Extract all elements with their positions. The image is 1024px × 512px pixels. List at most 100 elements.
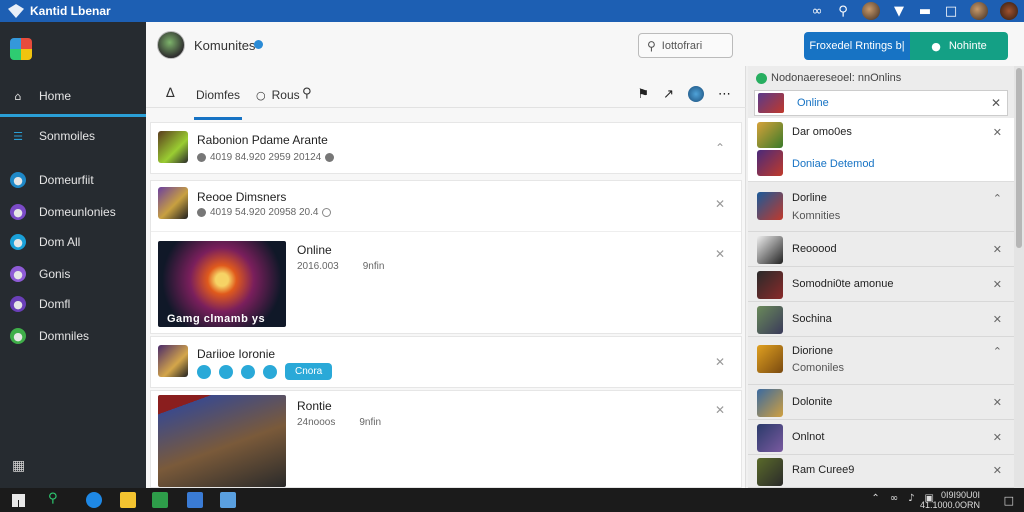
sidebar-item-home[interactable]: ⌂ Home xyxy=(0,82,146,110)
sidebar-item-label: Dom All xyxy=(39,235,81,249)
primary-action-button[interactable]: Froxedel Rntings b| xyxy=(804,32,910,60)
volume-icon[interactable]: ♪ xyxy=(908,493,914,504)
close-icon[interactable]: ✕ xyxy=(715,247,725,261)
tab-home-icon[interactable]: ∆ xyxy=(166,86,175,101)
sidebar-active-indicator xyxy=(0,114,146,117)
post-pill-button[interactable]: Cnora xyxy=(285,363,333,380)
comment-icon xyxy=(325,153,335,162)
close-icon[interactable]: ✕ xyxy=(715,403,725,417)
close-icon[interactable]: ✕ xyxy=(993,243,1002,256)
feed-post[interactable]: Dariioe Ioronie Cnora ✕ xyxy=(150,336,742,388)
more-icon[interactable]: ⋯ xyxy=(718,87,731,102)
member-name: Dar omo0es xyxy=(792,126,852,138)
member-row[interactable]: Dolonite ✕ xyxy=(748,385,1014,420)
edge-icon[interactable] xyxy=(86,492,102,508)
online-filter[interactable]: Online ✕ xyxy=(754,90,1008,116)
collapse-icon[interactable]: ⌃ xyxy=(993,345,1002,358)
feed-post[interactable]: Rabonion Pdame Arante 4019 84.920 2959 2… xyxy=(150,122,742,174)
post-image[interactable] xyxy=(158,395,286,487)
share-icon[interactable]: ↗ xyxy=(663,87,674,102)
globe-icon[interactable] xyxy=(688,86,704,102)
folder-icon[interactable] xyxy=(120,492,136,508)
main-header: Komunites ⚲ Iottofrari Froxedel Rntings … xyxy=(146,22,1024,66)
member-row[interactable]: Sochina ✕ xyxy=(748,302,1014,337)
sidebar-item-domniles[interactable]: ● Domniles xyxy=(0,322,146,350)
share-icon[interactable] xyxy=(219,364,233,379)
member-row[interactable]: Onlnot ✕ xyxy=(748,420,1014,455)
windows-start-icon[interactable] xyxy=(12,494,25,507)
scrollbar[interactable] xyxy=(1014,66,1024,488)
search-input[interactable]: ⚲ Iottofrari xyxy=(638,33,733,58)
chevron-down-icon[interactable]: ▼ xyxy=(892,4,906,19)
notifications-icon[interactable]: □ xyxy=(1004,494,1014,507)
collapse-icon[interactable]: ⌃ xyxy=(993,192,1002,205)
close-icon[interactable]: ✕ xyxy=(993,431,1002,444)
minimize-icon[interactable]: ▬ xyxy=(918,4,932,19)
member-name: Dolonite xyxy=(792,396,833,408)
post-title[interactable]: Reooe Dimsners xyxy=(197,190,286,204)
member-row[interactable]: Somodni0te amonue ✕ xyxy=(748,267,1014,302)
user-avatar[interactable] xyxy=(862,2,880,20)
sidebar-item-label: Domniles xyxy=(39,329,90,343)
award-icon[interactable] xyxy=(263,364,277,379)
close-icon[interactable]: ✕ xyxy=(993,464,1002,477)
member-row[interactable]: Reooood ✕ xyxy=(748,232,1014,267)
clock[interactable]: 0I9I90U0I 41.1000.0ORN xyxy=(920,490,980,510)
close-icon[interactable]: ✕ xyxy=(993,396,1002,409)
search-icon[interactable]: ⚲ xyxy=(836,4,850,19)
community-name: Komunites xyxy=(194,38,256,53)
verified-icon xyxy=(254,40,263,49)
member-row[interactable]: Ram Curee9 ✕ xyxy=(748,455,1014,488)
close-icon[interactable]: ✕ xyxy=(991,96,1001,110)
active-app-icon[interactable] xyxy=(220,492,236,508)
sidebar-item-domeurfiit[interactable]: ● Domeurfiit xyxy=(0,166,146,194)
scrollbar-thumb[interactable] xyxy=(1016,68,1022,248)
member-link[interactable]: Doniae Detemod xyxy=(792,158,875,170)
clock-icon xyxy=(197,208,206,217)
account-avatar[interactable] xyxy=(1000,2,1018,20)
sidebar-item-gonis[interactable]: ● Gonis xyxy=(0,260,146,288)
tab-search[interactable]: ⚲ xyxy=(302,86,312,101)
member-avatar xyxy=(757,150,783,176)
main-feed: ∆ Diomfes ○ Rous ⚲ ⚑ ↗ ⋯ Rabonion Pdame … xyxy=(146,66,746,488)
pin-icon[interactable]: ⚑ xyxy=(637,87,649,102)
post-title[interactable]: Online xyxy=(297,243,332,257)
collapse-icon[interactable]: ⌃ xyxy=(715,141,725,155)
store-icon[interactable] xyxy=(152,492,168,508)
notification-icon[interactable]: ∞ xyxy=(810,4,824,19)
sidebar-item-domeunlonies[interactable]: ● Domeunlonies xyxy=(0,198,146,226)
member-name: Reooood xyxy=(792,243,837,255)
maximize-icon[interactable]: □ xyxy=(944,4,958,19)
close-icon[interactable]: ✕ xyxy=(715,197,725,211)
secondary-action-button[interactable]: ● Nohinte xyxy=(910,32,1008,60)
tab-rous[interactable]: ○ Rous xyxy=(256,88,300,102)
member-avatar xyxy=(757,236,783,264)
feed-post[interactable]: Rontie 24nooos 9nfin ✕ xyxy=(150,390,742,488)
save-icon[interactable] xyxy=(241,364,255,379)
close-icon[interactable]: ✕ xyxy=(993,313,1002,326)
sidebar-item-domfl[interactable]: ● Domfl xyxy=(0,290,146,318)
community-avatar[interactable] xyxy=(157,31,185,59)
network-icon[interactable]: ∞ xyxy=(890,493,898,504)
close-icon[interactable]: ✕ xyxy=(993,278,1002,291)
like-icon[interactable] xyxy=(197,364,211,379)
member-avatar xyxy=(757,192,783,220)
search-icon[interactable]: ⚲ xyxy=(48,491,58,506)
apps-grid-icon[interactable]: ▦ xyxy=(12,458,25,474)
member-row[interactable]: Diorione Comoniles ⌃ xyxy=(748,337,1014,385)
community-icon: ● xyxy=(10,204,26,220)
post-meta-text: 4019 54.920 20958 20.4 xyxy=(210,207,319,218)
member-card[interactable]: Dar omo0es Doniae Detemod ✕ xyxy=(748,118,1014,182)
clock-date: 41.1000.0ORN xyxy=(919,500,980,510)
app-icon[interactable] xyxy=(187,492,203,508)
member-name: Somodni0te amonue xyxy=(792,278,894,290)
sidebar-item-sonmoiles[interactable]: ☰ Sonmoiles xyxy=(0,122,146,150)
tab-diomfes[interactable]: Diomfes xyxy=(196,88,240,102)
close-icon[interactable]: ✕ xyxy=(715,355,725,369)
chevron-up-icon[interactable]: ⌃ xyxy=(871,493,879,504)
close-icon[interactable]: ✕ xyxy=(993,126,1002,139)
profile-avatar[interactable] xyxy=(970,2,988,20)
member-row[interactable]: Dorline Komnities ⌃ xyxy=(748,184,1014,232)
spark-icon: ● xyxy=(10,296,26,312)
sidebar-item-dom-all[interactable]: ● Dom All xyxy=(0,228,146,256)
